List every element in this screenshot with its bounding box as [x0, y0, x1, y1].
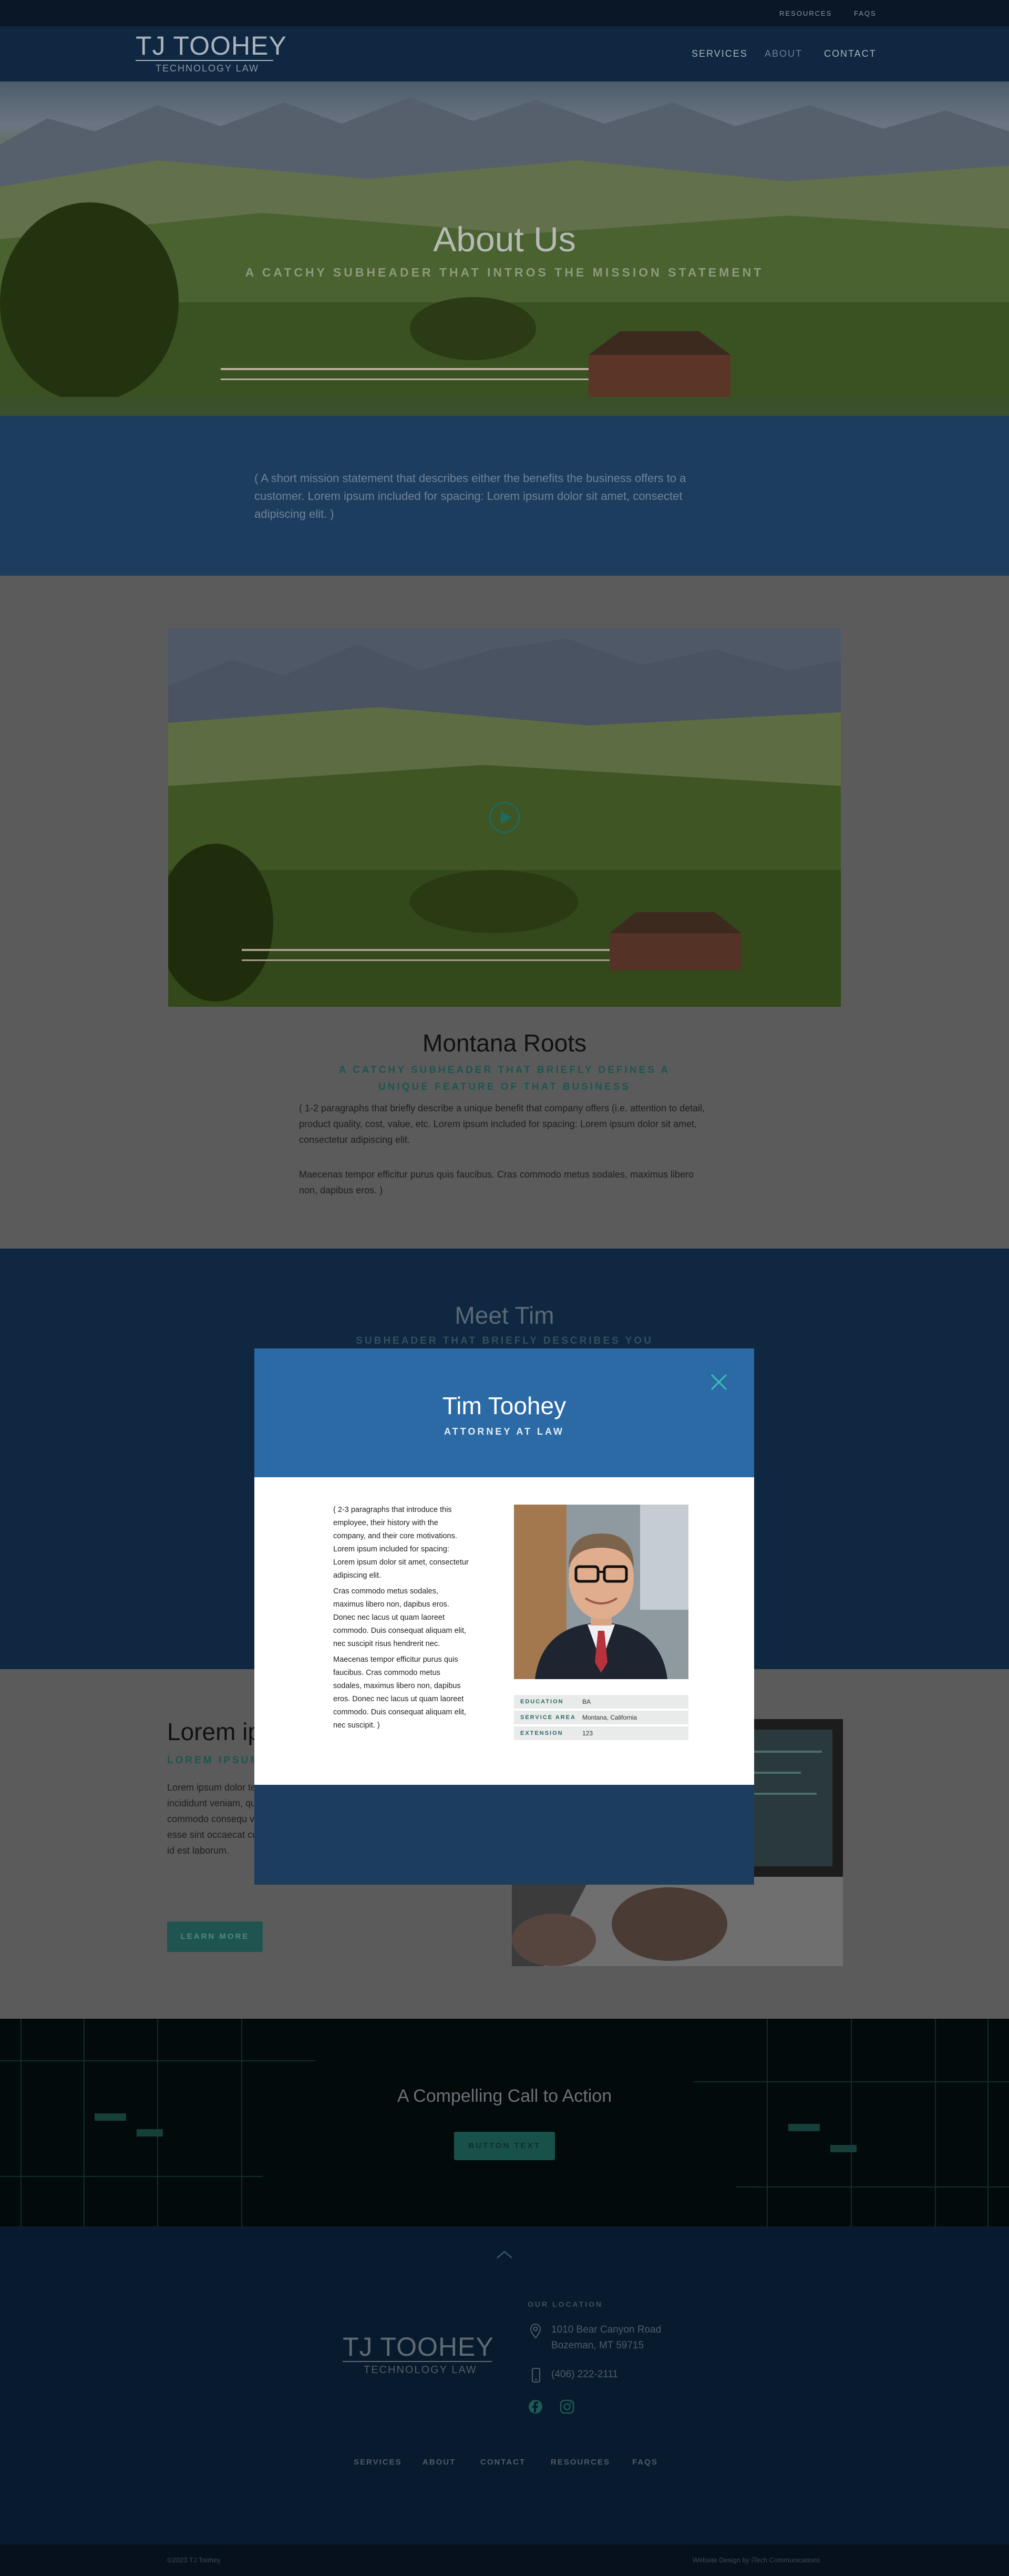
- footer-nav-services[interactable]: SERVICES: [354, 2458, 402, 2467]
- video-player[interactable]: [168, 628, 841, 1007]
- roots-paragraph: Maecenas tempor efficitur purus quis fau…: [299, 1169, 694, 1195]
- designer-credit[interactable]: Website Design by iTech Communications: [693, 2556, 820, 2564]
- bio-paragraph: ( 2-3 paragraphs that introduce this emp…: [333, 1506, 469, 1580]
- hero-subtitle: A CATCHY SUBHEADER THAT INTROS THE MISSI…: [245, 265, 764, 279]
- footer-nav-contact[interactable]: CONTACT: [480, 2458, 526, 2467]
- footer-nav-resources[interactable]: RESOURCES: [551, 2458, 610, 2467]
- attorney-portrait: [514, 1505, 688, 1679]
- play-icon[interactable]: [488, 801, 521, 834]
- close-icon[interactable]: [706, 1369, 732, 1395]
- mission-section: ( A short mission statement that describ…: [0, 416, 1009, 576]
- bio-paragraph: Maecenas tempor efficitur purus quis fau…: [333, 1655, 467, 1730]
- cta-title: A Compelling Call to Action: [397, 2086, 612, 2106]
- montana-roots-section: Montana Roots A CATCHY SUBHEADER THAT BR…: [0, 576, 1009, 1249]
- nav-about[interactable]: ABOUT: [765, 48, 802, 59]
- nav-contact[interactable]: CONTACT: [824, 48, 877, 59]
- instagram-icon[interactable]: [559, 2399, 575, 2415]
- mission-statement: ( A short mission statement that describ…: [254, 472, 686, 520]
- info-value: BA: [582, 1698, 591, 1705]
- topbar-link-resources[interactable]: RESOURCES: [779, 9, 832, 17]
- logo-divider: [136, 60, 273, 61]
- roots-paragraph: ( 1-2 paragraphs that briefly describe a…: [299, 1103, 705, 1145]
- hero-banner: About Us A CATCHY SUBHEADER THAT INTROS …: [0, 81, 1009, 416]
- address-line: 1010 Bear Canyon Road: [551, 2324, 662, 2335]
- info-row-extension: EXTENSION 123: [514, 1726, 688, 1740]
- info-label: EXTENSION: [520, 1730, 563, 1736]
- info-label: SERVICE AREA: [520, 1714, 576, 1721]
- bio-paragraph: Cras commodo metus sodales, maximus libe…: [333, 1587, 467, 1648]
- copyright-bar: ©2023 TJ Toohey Website Design by iTech …: [0, 2544, 1009, 2576]
- info-value: 123: [582, 1730, 593, 1737]
- roots-title: Montana Roots: [423, 1029, 586, 1057]
- bio-modal: Tim Toohey ATTORNEY AT LAW ( 2-3 paragra…: [254, 1348, 754, 1885]
- nav-services[interactable]: SERVICES: [692, 48, 748, 59]
- cta-section: A Compelling Call to Action BUTTON TEXT: [0, 2019, 1009, 2226]
- info-value: Montana, California: [582, 1714, 637, 1721]
- footer-phone[interactable]: (406) 222-2111: [551, 2369, 618, 2380]
- modal-header: Tim Toohey ATTORNEY AT LAW: [254, 1348, 754, 1477]
- footer-nav-about[interactable]: ABOUT: [423, 2458, 456, 2467]
- logo-subtitle: TECHNOLOGY LAW: [156, 63, 260, 74]
- modal-body: ( 2-3 paragraphs that introduce this emp…: [254, 1477, 754, 1785]
- footer-logo-title: TJ TOOHEY: [343, 2332, 494, 2362]
- info-label: EDUCATION: [520, 1699, 564, 1705]
- meet-title: Meet Tim: [455, 1302, 554, 1329]
- info-row-education: EDUCATION BA: [514, 1695, 688, 1709]
- footer-logo-divider: [343, 2361, 492, 2362]
- topbar-link-faqs[interactable]: FAQS: [854, 9, 877, 17]
- feature-title: Lorem ip: [167, 1718, 261, 1745]
- phone-icon: [532, 2368, 540, 2383]
- copyright-text: ©2023 TJ Toohey: [167, 2556, 221, 2564]
- cta-button[interactable]: BUTTON TEXT: [454, 2132, 555, 2160]
- utility-bar: RESOURCES FAQS: [0, 0, 1009, 26]
- meet-subtitle: SUBHEADER THAT BRIEFLY DESCRIBES YOU: [356, 1335, 653, 1346]
- hero-title: About Us: [433, 220, 576, 259]
- feature-subtitle: LOREM IPSUM: [167, 1755, 261, 1766]
- facebook-icon[interactable]: [528, 2399, 543, 2415]
- site-header: TJ TOOHEY TECHNOLOGY LAW SERVICES ABOUT …: [0, 26, 1009, 81]
- address-line: Bozeman, MT 59715: [551, 2340, 644, 2351]
- site-footer: TJ TOOHEY TECHNOLOGY LAW OUR LOCATION 10…: [0, 2226, 1009, 2544]
- footer-address[interactable]: 1010 Bear Canyon Road Bozeman, MT 59715: [551, 2322, 661, 2354]
- location-label: OUR LOCATION: [528, 2300, 603, 2308]
- roots-subtitle: A CATCHY SUBHEADER THAT BRIEFLY DEFINES …: [338, 1065, 671, 1092]
- info-row-service-area: SERVICE AREA Montana, California: [514, 1711, 688, 1724]
- learn-more-button[interactable]: LEARN MORE: [167, 1921, 263, 1952]
- modal-role: ATTORNEY AT LAW: [444, 1426, 564, 1437]
- modal-name: Tim Toohey: [442, 1392, 567, 1419]
- logo-title: TJ TOOHEY: [136, 31, 287, 60]
- map-pin-icon: [530, 2323, 541, 2339]
- footer-nav-faqs[interactable]: FAQS: [632, 2458, 658, 2467]
- footer-logo-subtitle: TECHNOLOGY LAW: [364, 2364, 477, 2376]
- back-to-top-icon[interactable]: [494, 2248, 515, 2261]
- circuit-background: [0, 2019, 1009, 2226]
